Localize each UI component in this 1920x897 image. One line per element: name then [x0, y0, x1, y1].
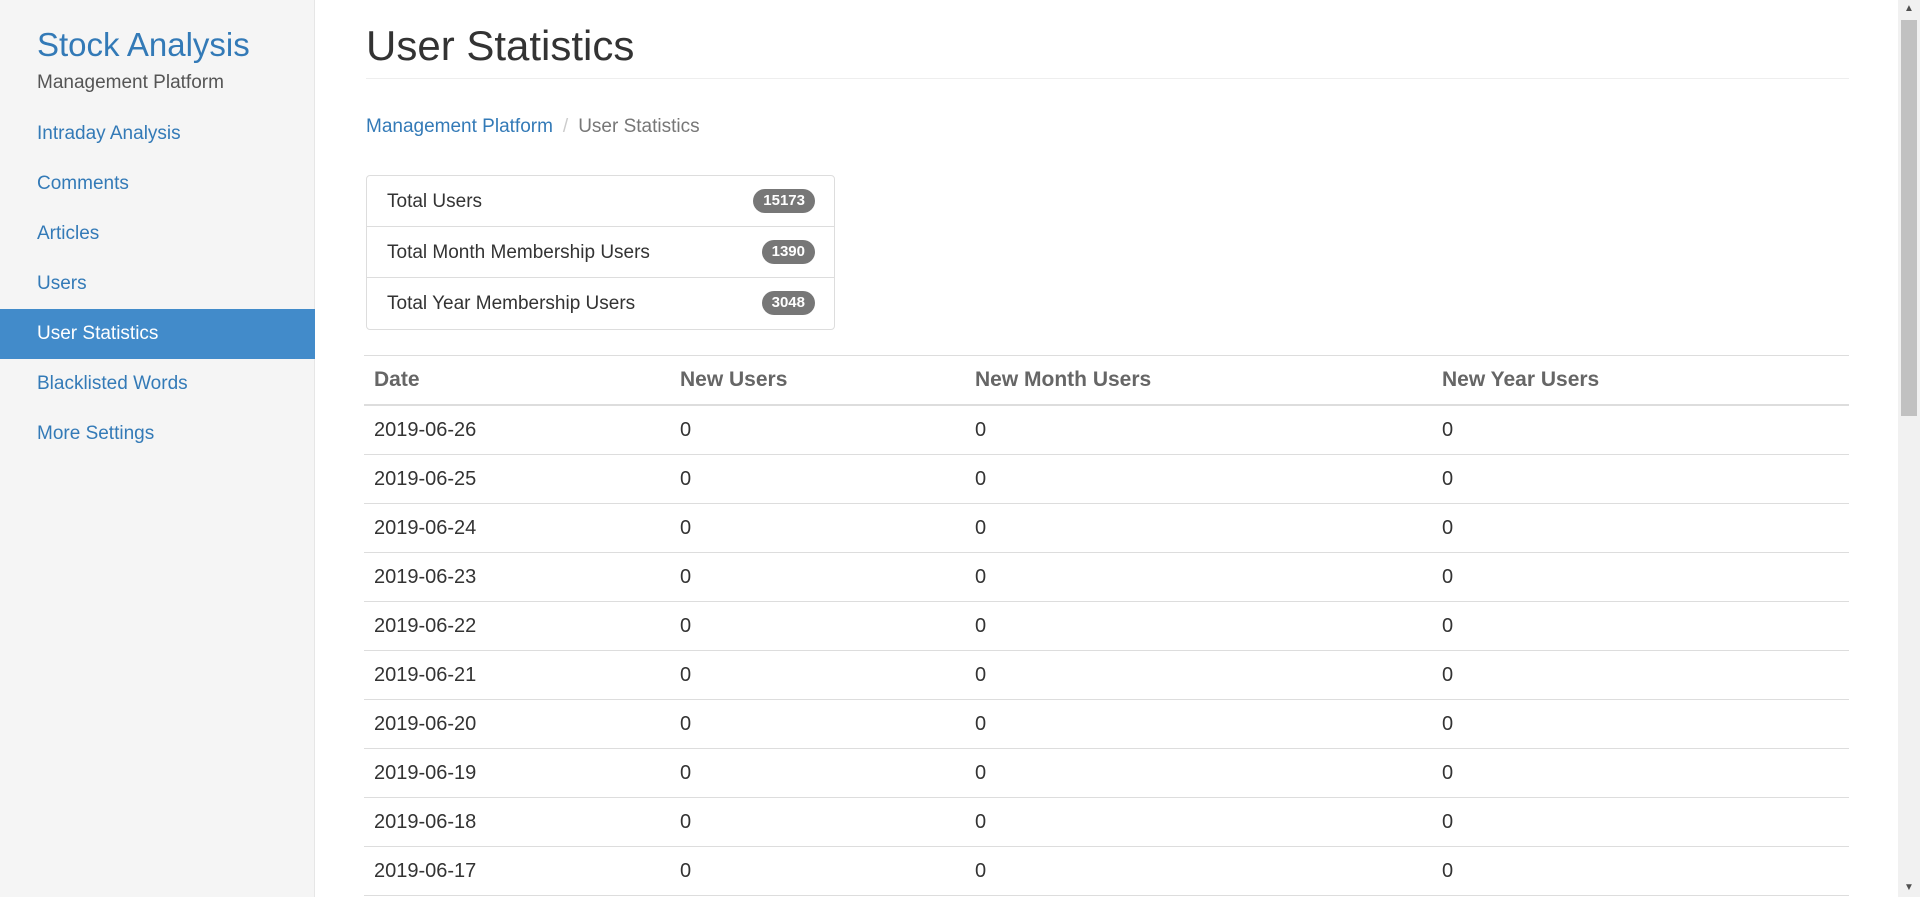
cell-new-users: 0: [670, 846, 965, 896]
table-row: 2019-06-24 0 0 0: [364, 503, 1849, 553]
summary-list: Total Users 15173 Total Month Membership…: [366, 175, 835, 330]
count-badge: 3048: [761, 291, 815, 315]
cell-new-year-users: 0: [1432, 601, 1849, 651]
statistics-table-container: Date New Users New Month Users New Year …: [364, 355, 1849, 896]
table-row: 2019-06-23 0 0 0: [364, 552, 1849, 602]
breadcrumb: Management Platform / User Statistics: [366, 116, 700, 138]
sidebar: Stock Analysis Management Platform Intra…: [0, 0, 315, 897]
table-row: 2019-06-25 0 0 0: [364, 454, 1849, 504]
cell-new-users: 0: [670, 699, 965, 749]
column-header-new-month-users: New Month Users: [965, 356, 1432, 406]
cell-new-month-users: 0: [965, 454, 1432, 504]
cell-date: 2019-06-22: [364, 601, 670, 651]
table-row: 2019-06-26 0 0 0: [364, 405, 1849, 455]
cell-date: 2019-06-20: [364, 699, 670, 749]
scroll-down-arrow-icon[interactable]: ▼: [1898, 879, 1920, 897]
brand-subtitle: Management Platform: [37, 72, 224, 93]
title-divider: [366, 78, 1849, 79]
breadcrumb-link-management-platform[interactable]: Management Platform: [366, 116, 553, 137]
sidebar-item-intraday-analysis[interactable]: Intraday Analysis: [0, 109, 315, 159]
app-window: Stock Analysis Management Platform Intra…: [0, 0, 1920, 897]
cell-new-month-users: 0: [965, 699, 1432, 749]
count-badge: 1390: [761, 240, 815, 264]
count-badge: 15173: [753, 189, 815, 213]
table-row: 2019-06-19 0 0 0: [364, 748, 1849, 798]
breadcrumb-separator: /: [562, 116, 569, 137]
cell-new-users: 0: [670, 503, 965, 553]
cell-new-month-users: 0: [965, 797, 1432, 847]
cell-new-users: 0: [670, 552, 965, 602]
cell-date: 2019-06-25: [364, 454, 670, 504]
cell-new-users: 0: [670, 601, 965, 651]
cell-new-year-users: 0: [1432, 552, 1849, 602]
sidebar-item-blacklisted-words[interactable]: Blacklisted Words: [0, 359, 315, 409]
column-header-new-users: New Users: [670, 356, 965, 406]
cell-new-month-users: 0: [965, 552, 1432, 602]
cell-new-month-users: 0: [965, 405, 1432, 455]
sidebar-item-more-settings[interactable]: More Settings: [0, 409, 315, 459]
cell-new-users: 0: [670, 405, 965, 455]
table-row: 2019-06-20 0 0 0: [364, 699, 1849, 749]
cell-date: 2019-06-18: [364, 797, 670, 847]
vertical-scrollbar[interactable]: ▲ ▼: [1898, 0, 1920, 897]
table-row: 2019-06-18 0 0 0: [364, 797, 1849, 847]
cell-date: 2019-06-23: [364, 552, 670, 602]
statistics-table: Date New Users New Month Users New Year …: [364, 356, 1849, 896]
table-row: 2019-06-21 0 0 0: [364, 650, 1849, 700]
summary-label: Total Users: [387, 191, 483, 212]
sidebar-item-comments[interactable]: Comments: [0, 159, 315, 209]
summary-label: Total Year Membership Users: [387, 293, 636, 314]
cell-date: 2019-06-19: [364, 748, 670, 798]
brand-title[interactable]: Stock Analysis: [37, 26, 250, 64]
cell-new-year-users: 0: [1432, 748, 1849, 798]
scrollbar-thumb[interactable]: [1901, 20, 1917, 416]
cell-new-users: 0: [670, 650, 965, 700]
cell-date: 2019-06-24: [364, 503, 670, 553]
cell-new-year-users: 0: [1432, 454, 1849, 504]
sidebar-item-articles[interactable]: Articles: [0, 209, 315, 259]
cell-new-year-users: 0: [1432, 650, 1849, 700]
cell-new-year-users: 0: [1432, 405, 1849, 455]
table-header-row: Date New Users New Month Users New Year …: [364, 356, 1849, 406]
sidebar-item-users[interactable]: Users: [0, 259, 315, 309]
summary-label: Total Month Membership Users: [387, 242, 650, 263]
cell-date: 2019-06-17: [364, 846, 670, 896]
sidebar-item-user-statistics[interactable]: User Statistics: [0, 309, 315, 359]
cell-new-month-users: 0: [965, 748, 1432, 798]
cell-new-year-users: 0: [1432, 503, 1849, 553]
summary-item-total-year-membership-users: Total Year Membership Users 3048: [367, 278, 834, 329]
cell-new-year-users: 0: [1432, 797, 1849, 847]
cell-date: 2019-06-21: [364, 650, 670, 700]
table-row: 2019-06-17 0 0 0: [364, 846, 1849, 896]
page-title: User Statistics: [366, 22, 635, 69]
cell-new-month-users: 0: [965, 601, 1432, 651]
cell-new-users: 0: [670, 797, 965, 847]
sidebar-nav: Intraday Analysis Comments Articles User…: [0, 109, 315, 459]
breadcrumb-current: User Statistics: [578, 116, 700, 137]
cell-new-month-users: 0: [965, 650, 1432, 700]
summary-item-total-users: Total Users 15173: [367, 176, 834, 227]
cell-new-users: 0: [670, 454, 965, 504]
cell-new-year-users: 0: [1432, 846, 1849, 896]
cell-new-year-users: 0: [1432, 699, 1849, 749]
column-header-date: Date: [364, 356, 670, 406]
scroll-up-arrow-icon[interactable]: ▲: [1898, 0, 1920, 18]
cell-new-month-users: 0: [965, 846, 1432, 896]
cell-new-users: 0: [670, 748, 965, 798]
cell-date: 2019-06-26: [364, 405, 670, 455]
summary-item-total-month-membership-users: Total Month Membership Users 1390: [367, 227, 834, 278]
table-row: 2019-06-22 0 0 0: [364, 601, 1849, 651]
column-header-new-year-users: New Year Users: [1432, 356, 1849, 406]
cell-new-month-users: 0: [965, 503, 1432, 553]
